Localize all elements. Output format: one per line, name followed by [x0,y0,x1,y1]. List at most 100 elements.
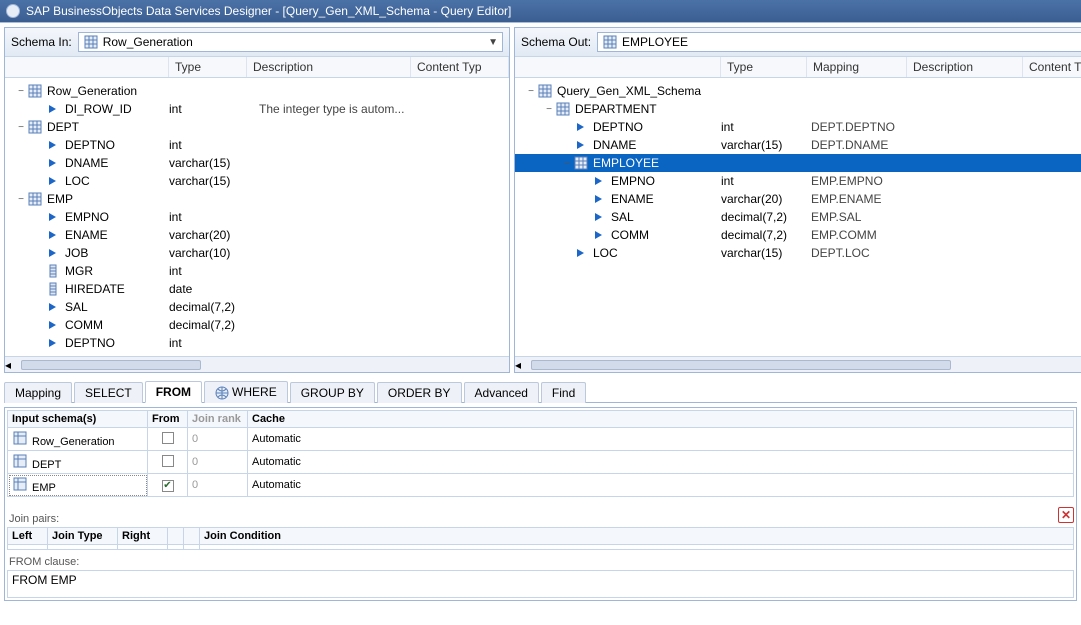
in-scrollbar[interactable]: ◂ [5,356,509,372]
expand-toggle[interactable]: − [543,104,555,115]
node-name: SAL [65,300,88,314]
node-type: varchar(15) [721,138,811,152]
arrow-icon [573,245,589,261]
node-name: COMM [611,228,649,242]
expand-toggle[interactable]: − [561,158,573,169]
schema-out-header: Schema Out: EMPLOYEE ▼ [515,28,1081,57]
tree-row[interactable]: LOCvarchar(15)DEPT.LOC [515,244,1081,262]
node-type: int [169,264,259,278]
col-mapping[interactable]: Mapping [807,57,907,77]
node-name: Row_Generation [47,84,137,98]
node-name: EMPNO [611,174,655,188]
node-name: DEPARTMENT [575,102,657,116]
tree-row[interactable]: − DEPARTMENT [515,100,1081,118]
node-name: EMPLOYEE [593,156,659,170]
col-type[interactable]: Type [169,57,247,77]
schema-out-tree[interactable]: −Query_Gen_XML_Schema−DEPARTMENTDEPTNOin… [515,78,1081,356]
input-schema-row[interactable]: EMP✔0Automatic [8,474,1074,497]
hdr-schema[interactable]: Input schema(s) [8,411,148,428]
col-content[interactable]: Content Type [1023,57,1081,77]
node-name: COMM [65,318,103,332]
node-type: decimal(7,2) [169,300,259,314]
tab-advanced[interactable]: Advanced [464,382,539,403]
tree-row[interactable]: EMPNOintEMP.EMPNO [515,172,1081,190]
from-clause-text[interactable]: FROM EMP [7,570,1074,598]
hdr-cache[interactable]: Cache [248,411,1074,428]
grid-icon [12,476,28,492]
schema-in-label: Schema In: [11,35,72,49]
node-type: varchar(15) [169,174,259,188]
tab-groupby[interactable]: GROUP BY [290,382,375,403]
col-desc[interactable]: Description [907,57,1023,77]
out-scrollbar[interactable]: ◂ [515,356,1081,372]
grid-icon [573,155,589,171]
tree-row[interactable]: − Row_Generation [5,82,509,100]
hdr-from[interactable]: From [148,411,188,428]
node-mapping: EMP.EMPNO [811,174,911,188]
col-desc[interactable]: Description [247,57,411,77]
col-type[interactable]: Type [721,57,807,77]
node-name: MGR [65,264,93,278]
input-schema-row[interactable]: DEPT0Automatic [8,451,1074,474]
tree-row[interactable]: DEPTNOint [5,136,509,154]
tab-select[interactable]: SELECT [74,382,143,403]
expand-toggle[interactable]: − [15,122,27,133]
input-schemas-grid[interactable]: Input schema(s) From Join rank Cache Row… [7,410,1074,497]
expand-toggle[interactable]: − [15,86,27,97]
grid-icon [537,83,553,99]
tree-row[interactable]: SAL decimal(7,2) [5,298,509,316]
col-content[interactable]: Content Typ [411,57,509,77]
tree-row[interactable]: EMPNOint [5,208,509,226]
schema-out-select[interactable]: EMPLOYEE ▼ [597,32,1081,52]
arrow-icon [591,209,607,225]
tree-row[interactable]: − EMPLOYEE [515,154,1081,172]
tree-row[interactable]: HIREDATEdate [5,280,509,298]
node-name: DEPTNO [593,120,643,134]
tree-row[interactable]: DEPTNOintDEPT.DEPTNO [515,118,1081,136]
tree-row[interactable]: DI_ROW_IDintThe integer type is autom... [5,100,509,118]
column-icon [45,263,61,279]
node-name: SAL [611,210,634,224]
tree-row[interactable]: −Query_Gen_XML_Schema [515,82,1081,100]
grid-icon [12,430,28,446]
node-type: int [169,210,259,224]
tree-row[interactable]: COMMdecimal(7,2)EMP.COMM [515,226,1081,244]
tab-where[interactable]: WHERE [204,381,288,403]
join-pairs-grid[interactable]: Left Join Type Right Join Condition [7,527,1074,550]
from-checkbox[interactable]: ✔ [162,480,174,492]
from-checkbox[interactable] [162,455,174,467]
hdr-left[interactable]: Left [8,528,48,545]
tree-row[interactable]: MGR int [5,262,509,280]
tree-row[interactable]: SALdecimal(7,2)EMP.SAL [515,208,1081,226]
node-name: DNAME [65,156,108,170]
node-type: date [169,282,259,296]
tree-row[interactable]: JOBvarchar(10) [5,244,509,262]
close-join-button[interactable]: ✕ [1058,507,1074,523]
expand-toggle[interactable]: − [525,86,537,97]
tree-row[interactable]: LOCvarchar(15) [5,172,509,190]
tree-row[interactable]: COMMdecimal(7,2) [5,316,509,334]
hdr-rank[interactable]: Join rank [188,411,248,428]
hdr-blank1 [168,528,184,545]
schema-in-selected: Row_Generation [103,35,193,49]
tree-row[interactable]: ENAMEvarchar(20) [5,226,509,244]
schema-in-tree[interactable]: − Row_Generation DI_ROW_IDintThe integer t… [5,78,509,356]
expand-toggle[interactable]: − [15,194,27,205]
tab-mapping[interactable]: Mapping [4,382,72,403]
tree-row[interactable]: −DEPT [5,118,509,136]
hdr-cond[interactable]: Join Condition [200,528,1074,545]
tree-row[interactable]: DEPTNOint [5,334,509,352]
tab-find[interactable]: Find [541,382,586,403]
tree-row[interactable]: ENAMEvarchar(20)EMP.ENAME [515,190,1081,208]
from-checkbox[interactable] [162,432,174,444]
tree-row[interactable]: DNAMEvarchar(15)DEPT.DNAME [515,136,1081,154]
tree-row[interactable]: DNAMEvarchar(15) [5,154,509,172]
input-schema-row[interactable]: Row_Generation0Automatic [8,428,1074,451]
hdr-jointype[interactable]: Join Type [48,528,118,545]
tab-from[interactable]: FROM [145,381,202,403]
tree-row[interactable]: −EMP [5,190,509,208]
schema-in-pane: Schema In: Row_Generation ▼ Type Descrip… [4,27,510,373]
hdr-right[interactable]: Right [118,528,168,545]
schema-in-select[interactable]: Row_Generation ▼ [78,32,503,52]
tab-orderby[interactable]: ORDER BY [377,382,462,403]
